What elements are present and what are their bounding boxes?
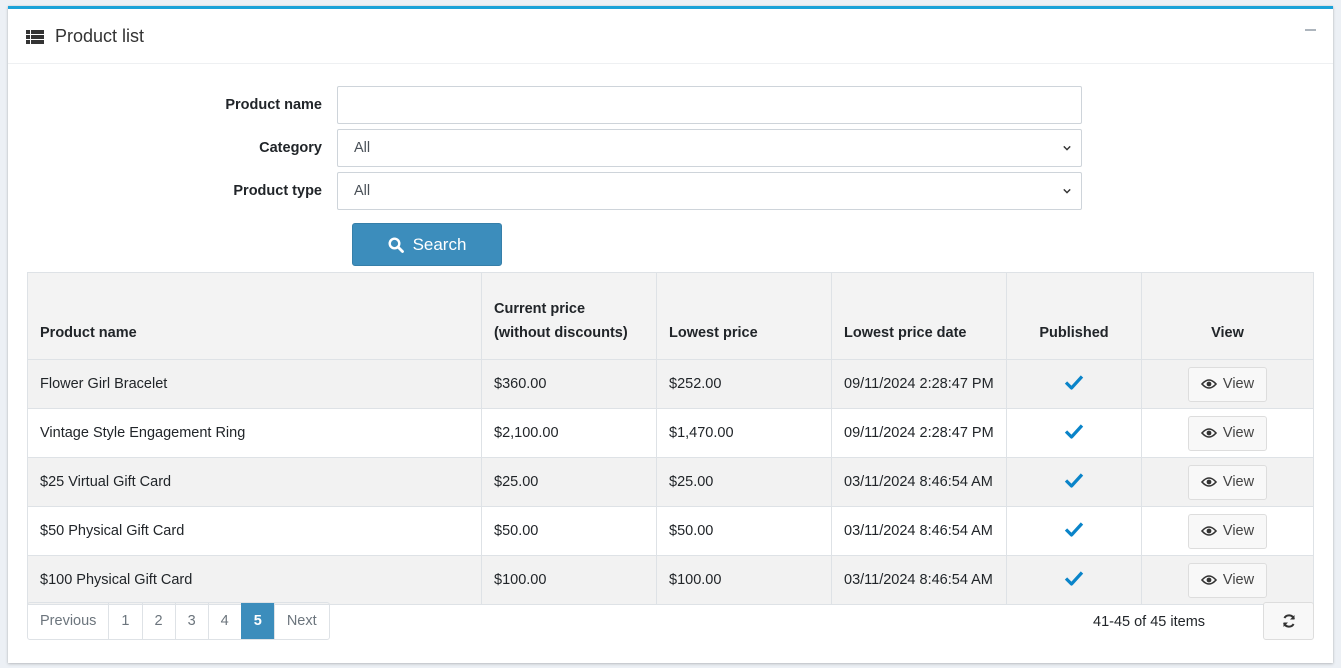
table-row: Flower Girl Bracelet $360.00 $252.00 09/11/… [27, 359, 1314, 409]
category-row: Category All [8, 129, 1082, 167]
product-name-row: Product name [8, 86, 1082, 124]
view-button[interactable]: View [1188, 464, 1267, 500]
eye-icon [1200, 526, 1217, 536]
eye-icon [1200, 428, 1217, 438]
col-lowest-price-date[interactable]: Lowest price date [831, 272, 1007, 360]
page-title: Product list [55, 26, 145, 46]
card-title: Product list [26, 26, 144, 47]
cell-product-name: $50 Physical Gift Card [27, 506, 482, 556]
cell-current-price: $100.00 [481, 555, 657, 605]
refresh-button[interactable] [1263, 602, 1314, 640]
cell-view: View [1141, 555, 1314, 605]
pager-page-2[interactable]: 2 [141, 603, 175, 639]
cell-view: View [1141, 506, 1314, 556]
pager-page-4[interactable]: 4 [207, 603, 241, 639]
eye-icon [1200, 379, 1217, 389]
cell-lowest-price: $252.00 [656, 359, 832, 409]
cell-lowest-price-date: 09/11/2024 2:28:47 PM [831, 359, 1007, 409]
cell-current-price: $25.00 [481, 457, 657, 507]
cell-lowest-price: $100.00 [656, 555, 832, 605]
product-type-label: Product type [233, 183, 322, 199]
search-icon [388, 236, 404, 253]
view-button[interactable]: View [1188, 366, 1267, 402]
product-type-select[interactable]: All [337, 172, 1082, 210]
checkmark-icon [1064, 571, 1084, 586]
items-info: 41-45 of 45 items [1093, 614, 1206, 630]
cell-published [1006, 555, 1142, 605]
table-row: $25 Virtual Gift Card $25.00 $25.00 03/11/2… [27, 457, 1314, 507]
product-type-selected-value: All [354, 183, 371, 199]
cell-lowest-price: $50.00 [656, 506, 832, 556]
pager-next[interactable]: Next [273, 603, 329, 639]
cell-lowest-price-date: 03/11/2024 8:46:54 AM [831, 457, 1007, 507]
cell-product-name: Vintage Style Engagement Ring [27, 408, 482, 458]
collapse-icon[interactable] [1305, 21, 1317, 33]
product-list-card: Product list Product name Category All P… [8, 6, 1333, 663]
col-current-price[interactable]: Current price (without discounts) [481, 272, 657, 360]
category-label: Category [259, 140, 322, 156]
view-button-label: View [1222, 425, 1255, 441]
cell-view: View [1141, 359, 1314, 409]
cell-lowest-price-date: 09/11/2024 2:28:47 PM [831, 408, 1007, 458]
checkmark-icon [1064, 522, 1084, 537]
cell-product-name: $100 Physical Gift Card [27, 555, 482, 605]
cell-lowest-price: $25.00 [656, 457, 832, 507]
cell-current-price: $360.00 [481, 359, 657, 409]
cell-product-name: $25 Virtual Gift Card [27, 457, 482, 507]
product-name-label: Product name [225, 97, 322, 113]
table-row: $100 Physical Gift Card $100.00 $100.00 03/… [27, 555, 1314, 605]
chevron-down-icon [1063, 145, 1071, 151]
table-row: $50 Physical Gift Card $50.00 $50.00 03/11/… [27, 506, 1314, 556]
pager-page-5[interactable]: 5 [240, 603, 274, 639]
pager-previous[interactable]: Previous [28, 603, 108, 639]
eye-icon [1200, 575, 1217, 585]
pagination: Previous 1 2 3 4 5 Next [27, 602, 330, 640]
pager-page-1[interactable]: 1 [108, 603, 141, 639]
eye-icon [1200, 477, 1217, 487]
view-button-label: View [1222, 523, 1255, 539]
card-header: Product list [8, 9, 1333, 64]
table-row: Vintage Style Engagement Ring $2,100.00 $1… [27, 408, 1314, 458]
view-button[interactable]: View [1188, 513, 1267, 549]
view-button-label: View [1222, 474, 1255, 490]
cell-published [1006, 457, 1142, 507]
category-select[interactable]: All [337, 129, 1082, 167]
checkmark-icon [1064, 375, 1084, 390]
list-icon [26, 29, 44, 45]
cell-lowest-price-date: 03/11/2024 8:46:54 AM [831, 506, 1007, 556]
refresh-icon [1282, 614, 1295, 628]
view-button-label: View [1222, 376, 1255, 392]
checkmark-icon [1064, 473, 1084, 488]
chevron-down-icon [1063, 188, 1071, 194]
product-type-row: Product type All [8, 172, 1082, 210]
product-name-input[interactable] [337, 86, 1082, 124]
checkmark-icon [1064, 424, 1084, 439]
col-view: View [1141, 272, 1314, 360]
cell-current-price: $2,100.00 [481, 408, 657, 458]
col-current-price-line1: Current price [494, 301, 586, 317]
col-published[interactable]: Published [1006, 272, 1142, 360]
category-selected-value: All [354, 140, 371, 156]
cell-current-price: $50.00 [481, 506, 657, 556]
col-current-price-line2: (without discounts) [494, 325, 628, 341]
cell-published [1006, 408, 1142, 458]
view-button[interactable]: View [1188, 415, 1267, 451]
cell-view: View [1141, 457, 1314, 507]
table-header-row: Product name Current price (without disc… [27, 272, 1314, 360]
search-button-label: Search [412, 234, 467, 254]
col-lowest-price[interactable]: Lowest price [656, 272, 832, 360]
view-button-label: View [1222, 572, 1255, 588]
search-button[interactable]: Search [352, 223, 502, 266]
table-body: Flower Girl Bracelet $360.00 $252.00 09/11/… [27, 359, 1314, 605]
cell-published [1006, 506, 1142, 556]
cell-product-name: Flower Girl Bracelet [27, 359, 482, 409]
col-product-name[interactable]: Product name [27, 272, 482, 360]
pager-page-3[interactable]: 3 [174, 603, 208, 639]
product-table: Product name Current price (without disc… [27, 272, 1314, 605]
cell-view: View [1141, 408, 1314, 458]
cell-lowest-price-date: 03/11/2024 8:46:54 AM [831, 555, 1007, 605]
cell-lowest-price: $1,470.00 [656, 408, 832, 458]
view-button[interactable]: View [1188, 562, 1267, 598]
cell-published [1006, 359, 1142, 409]
